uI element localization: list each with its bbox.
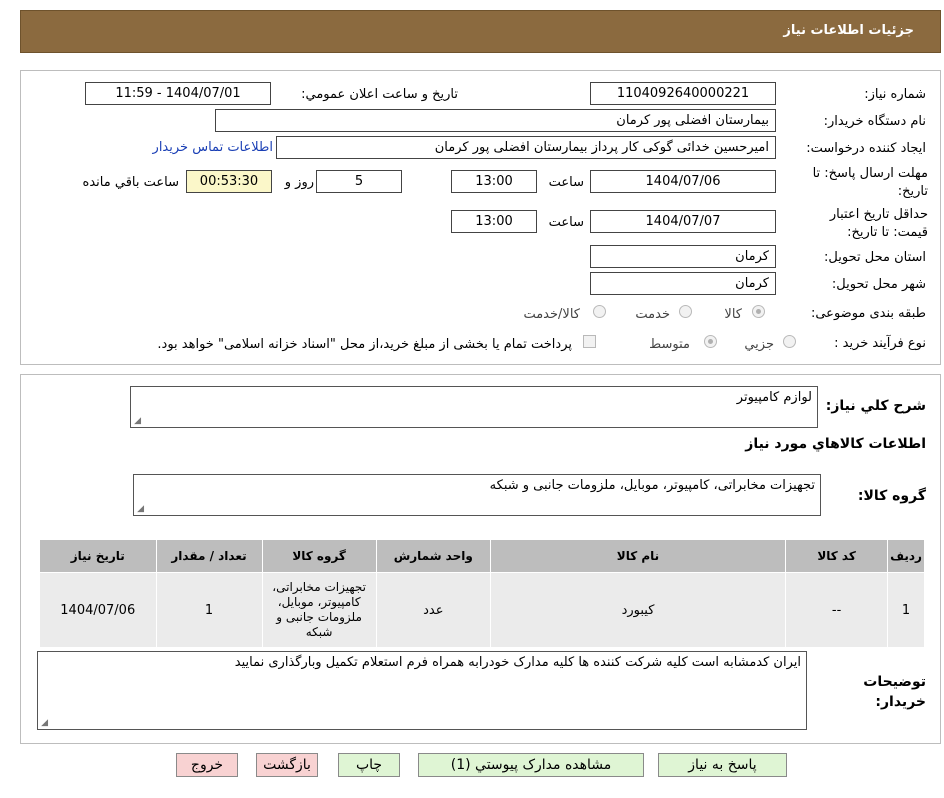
goods-group-text: تجهیزات مخابراتی، کامپیوتر، موبایل، ملزو… xyxy=(489,478,815,493)
deadline-date-field: 1404/07/06 xyxy=(590,170,776,193)
cell-code: -- xyxy=(785,572,889,648)
requester-field: امیرحسین خدائی گوکی کار پرداز بیمارستان … xyxy=(276,136,776,159)
category-radio-goods-service[interactable] xyxy=(593,305,606,318)
cell-date: 1404/07/06 xyxy=(39,572,157,648)
col-date-header: تاريخ نياز xyxy=(39,539,157,573)
deadline-time-label: ساعت xyxy=(548,175,584,190)
buyer-notes-textarea: ایران کدمشابه است کلیه شرکت کننده ها کلی… xyxy=(37,651,807,730)
resize-grip-icon[interactable]: ◢ xyxy=(136,505,144,514)
table-row: 1 -- کیبورد عدد تجهیزات مخابراتی، کامپیو… xyxy=(39,572,925,648)
requester-label: ایجاد کننده درخواست: xyxy=(806,141,926,156)
validity-time-label: ساعت xyxy=(548,215,584,230)
buyer-notes-text: ایران کدمشابه است کلیه شرکت کننده ها کلی… xyxy=(234,655,801,670)
cell-qty: 1 xyxy=(155,572,263,648)
summary-textarea: لوازم کامپیوتر ◢ xyxy=(130,386,818,428)
page-header: جزئیات اطلاعات نیاز xyxy=(20,10,941,53)
cell-group: تجهیزات مخابراتی، کامپیوتر، موبایل، ملزو… xyxy=(261,572,377,648)
resize-grip-icon[interactable]: ◢ xyxy=(40,719,48,728)
category-radio-goods[interactable] xyxy=(752,305,765,318)
col-group-header: گروه کالا xyxy=(261,539,377,573)
col-row-header: رديف xyxy=(887,539,925,573)
category-label: طبقه بندی موضوعی: xyxy=(810,306,926,321)
category-option-goods: کالا xyxy=(724,307,742,322)
city-label: شهر محل تحویل: xyxy=(831,277,926,292)
announce-label: تاریخ و ساعت اعلان عمومي: xyxy=(301,87,458,102)
resize-grip-icon[interactable]: ◢ xyxy=(133,417,141,426)
buyer-notes-label: توضیحات خریدار: xyxy=(863,674,926,710)
process-option-medium: متوسط xyxy=(649,337,690,352)
days-field: 5 xyxy=(316,170,402,193)
print-button[interactable]: چاپ xyxy=(338,753,400,777)
table-header-row: رديف کد کالا نام کالا واحد شمارش گروه کا… xyxy=(39,539,925,573)
goods-group-label: گروه کالا: xyxy=(857,488,926,504)
col-qty-header: تعداد / مقدار xyxy=(155,539,263,573)
cell-name: کیبورد xyxy=(489,572,787,648)
col-code-header: کد کالا xyxy=(785,539,889,573)
process-option-minor: جزیي xyxy=(744,337,774,352)
goods-info-title: اطلاعات کالاهاي مورد نياز xyxy=(745,436,926,452)
items-table: رديف کد کالا نام کالا واحد شمارش گروه کا… xyxy=(39,539,925,648)
deadline-time-field: 13:00 xyxy=(451,170,537,193)
buyer-org-field: بیمارستان افضلی پور کرمان xyxy=(215,109,776,132)
cell-unit: عدد xyxy=(375,572,491,648)
summary-text: لوازم کامپیوتر xyxy=(736,390,812,405)
back-button[interactable]: بازگشت xyxy=(256,753,318,777)
page-title: جزئیات اطلاعات نیاز xyxy=(783,23,914,38)
exit-button[interactable]: خروج xyxy=(176,753,238,777)
remaining-time-field: 00:53:30 xyxy=(186,170,272,193)
deadline-label: مهلت ارسال پاسخ: تا تاریخ: xyxy=(812,166,928,199)
process-radio-minor[interactable] xyxy=(783,335,796,348)
cell-row: 1 xyxy=(887,572,925,648)
process-radio-medium[interactable] xyxy=(704,335,717,348)
process-label: نوع فرآیند خرید : xyxy=(834,336,926,351)
buyer-org-label: نام دستگاه خریدار: xyxy=(823,114,926,129)
remaining-label: ساعت باقي مانده xyxy=(82,175,179,190)
category-option-service: خدمت xyxy=(635,307,670,322)
announce-field: 1404/07/01 - 11:59 xyxy=(85,82,271,105)
city-field: کرمان xyxy=(590,272,776,295)
reply-button[interactable]: پاسخ به نياز xyxy=(658,753,787,777)
category-option-goods-service: کالا/خدمت xyxy=(523,307,580,322)
treasury-checkbox[interactable] xyxy=(583,335,596,348)
need-number-label: شماره نیاز: xyxy=(864,87,926,102)
buyer-contact-link[interactable]: اطلاعات تماس خریدار xyxy=(153,140,273,155)
treasury-note: پرداخت تمام یا بخشی از مبلغ خرید،از محل … xyxy=(157,337,572,352)
col-name-header: نام کالا xyxy=(489,539,787,573)
col-unit-header: واحد شمارش xyxy=(375,539,491,573)
need-number-field: 1104092640000221 xyxy=(590,82,776,105)
validity-label: حداقل تاریخ اعتبار قیمت: تا تاریخ: xyxy=(829,207,928,240)
validity-time-field: 13:00 xyxy=(451,210,537,233)
attachments-button[interactable]: مشاهده مدارک پيوستي (1) xyxy=(418,753,644,777)
goods-group-textarea: تجهیزات مخابراتی، کامپیوتر، موبایل، ملزو… xyxy=(133,474,821,516)
province-field: کرمان xyxy=(590,245,776,268)
province-label: استان محل تحویل: xyxy=(824,250,926,265)
validity-date-field: 1404/07/07 xyxy=(590,210,776,233)
days-label: روز و xyxy=(284,175,314,190)
summary-label: شرح کلي نياز: xyxy=(825,398,926,414)
category-radio-service[interactable] xyxy=(679,305,692,318)
